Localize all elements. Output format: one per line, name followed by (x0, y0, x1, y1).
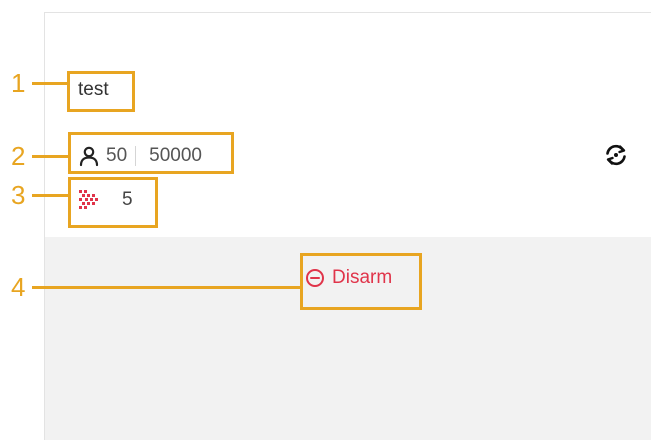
callout-number-3: 3 (11, 180, 26, 210)
callout-number-4: 4 (11, 272, 26, 302)
disarm-label: Disarm (332, 267, 393, 288)
minus-circle-icon (306, 269, 324, 287)
range-divider (135, 146, 137, 166)
sync-icon[interactable] (603, 142, 629, 168)
range-max-value: 50000 (149, 145, 202, 166)
screenshot-stage: 1 2 3 4 test 50 50000 5 Disarm (0, 0, 651, 440)
dots-arrow-icon (79, 190, 98, 209)
disarm-button[interactable]: Disarm (305, 263, 392, 293)
range-display: 50 50000 (78, 143, 202, 169)
callout-number-2: 2 (11, 141, 26, 171)
device-name: test (78, 79, 109, 100)
callout-number-1: 1 (11, 68, 26, 98)
callout-line-4 (32, 286, 301, 289)
count-display: 5 (76, 186, 133, 214)
range-min-value: 50 (106, 145, 128, 166)
callout-line-1 (32, 82, 68, 85)
count-value: 5 (122, 189, 133, 210)
callout-line-2 (32, 155, 68, 158)
callout-line-3 (32, 194, 70, 197)
user-icon (79, 146, 99, 167)
